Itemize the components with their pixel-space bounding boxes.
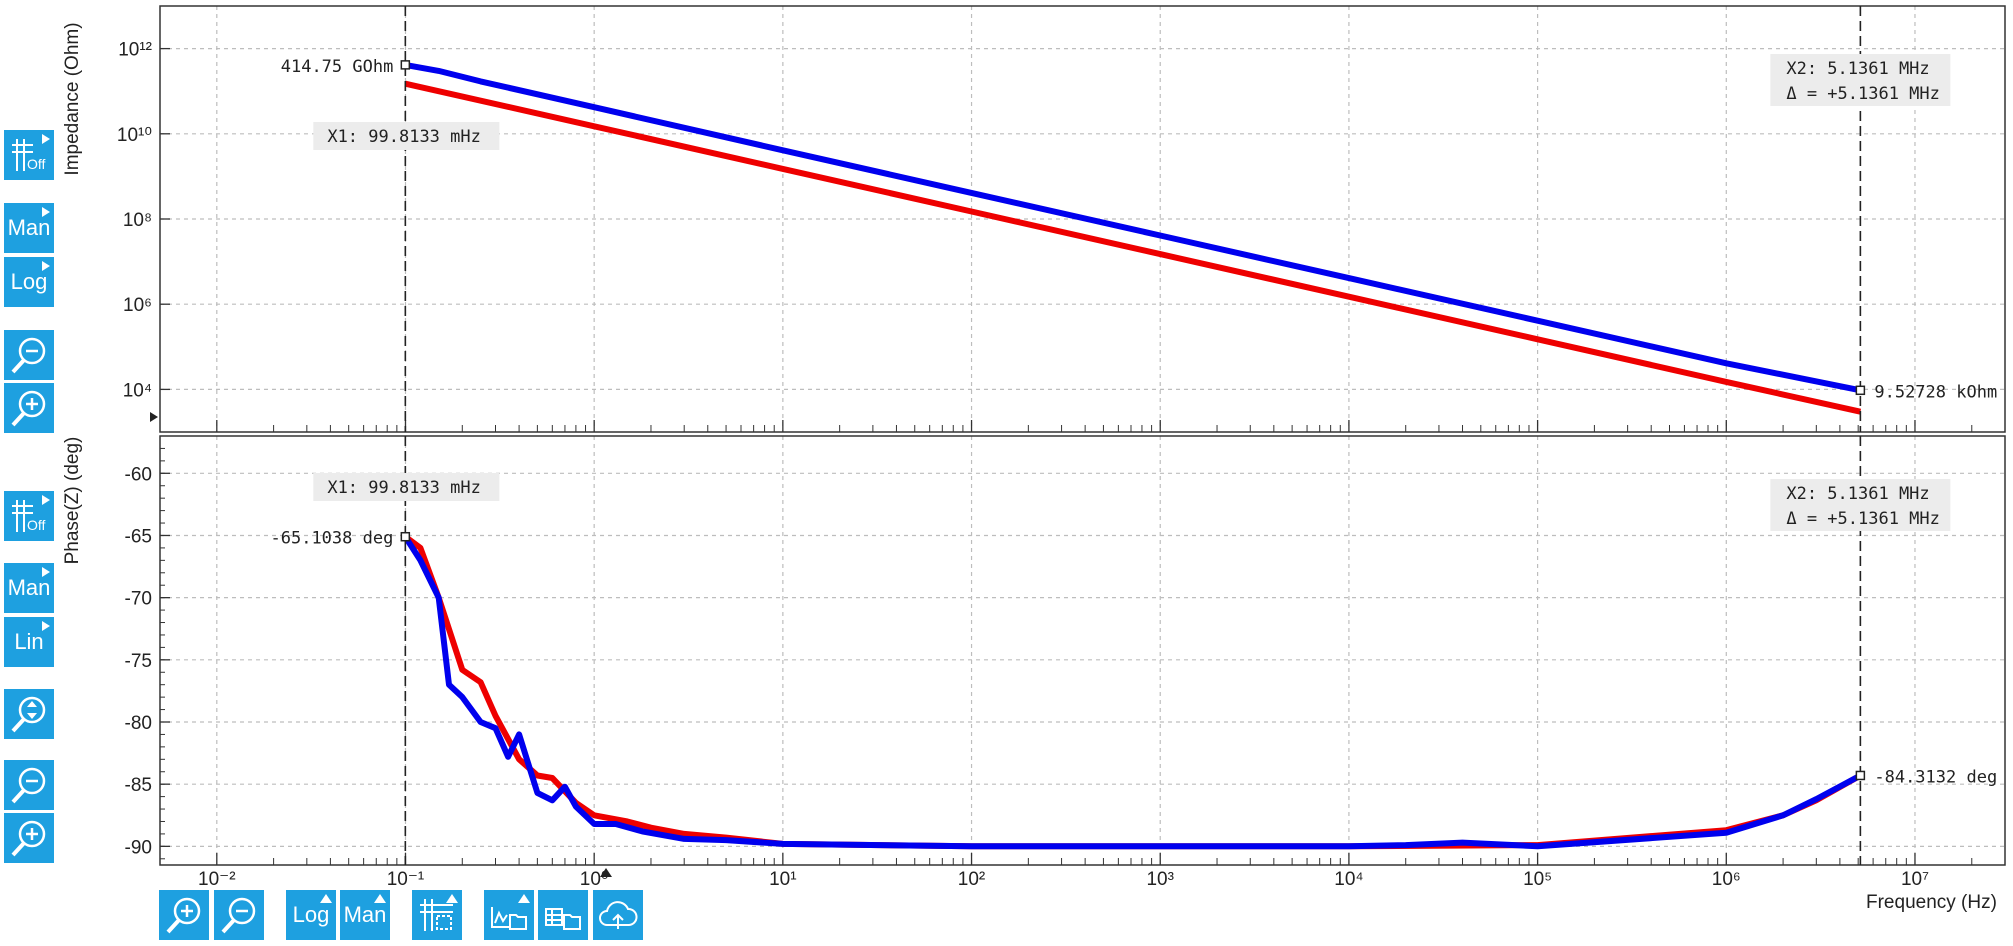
series-line	[404, 80, 1862, 415]
zoom-in-y-button[interactable]	[4, 813, 54, 863]
cursor-x1-value: -65.1038 deg	[271, 529, 394, 549]
x-axis-label: Frequency (Hz)	[1866, 892, 1997, 913]
cursor-x2-label: X2: 5.1361 MHz	[1786, 59, 1929, 79]
x-tick-label: 10⁻²	[198, 869, 236, 890]
y-tick-label: -90	[125, 837, 152, 858]
y-scale-type-button[interactable]: Log	[4, 257, 54, 307]
y-tick-label: -75	[125, 651, 152, 672]
y-tick-label: 10¹²	[118, 40, 152, 61]
zoom-in-y-button[interactable]	[4, 383, 54, 433]
zoom-in-icon	[11, 390, 46, 427]
export-data-icon	[545, 908, 581, 930]
cursor-x2-label: X2: 5.1361 MHz	[1786, 484, 1929, 504]
scale-mode-label: Man	[7, 575, 51, 600]
y-tick-label: 10⁴	[123, 380, 152, 401]
zoom-in-icon	[11, 820, 46, 857]
y-tick-label: -60	[125, 464, 152, 485]
y-tick-label: 10¹⁰	[117, 125, 152, 146]
cursor-x2-value: 9.52728 kOhm	[1874, 382, 1997, 402]
svg-text:Off: Off	[27, 517, 46, 533]
export-data-button[interactable]	[538, 890, 588, 940]
cursor-x1-label: X1: 99.8133 mHz	[327, 127, 481, 147]
y-tick-label: -70	[125, 589, 152, 610]
y-scale-mode-button[interactable]: Man	[4, 203, 54, 253]
cursor-x1-value: 414.75 GOhm	[281, 57, 394, 77]
zoom-out-x-button[interactable]	[214, 890, 264, 940]
x-scale-mode-button[interactable]: Man	[340, 890, 390, 940]
cursor-marker	[400, 531, 411, 542]
zoom-fit-icon	[11, 696, 46, 733]
cursor-x1-label: X1: 99.8133 mHz	[327, 478, 481, 498]
x-tick-label: 10⁶	[1712, 869, 1741, 890]
y-tick-label: 10⁶	[123, 295, 152, 316]
grid-toggle-button[interactable]: Off	[4, 130, 54, 180]
axis-marker-icon	[150, 412, 158, 422]
scale-type-label: Lin	[14, 629, 44, 654]
y-tick-label: -80	[125, 713, 152, 734]
grid-toggle-button[interactable]: Off	[4, 491, 54, 541]
y-axis-label: Phase(Z) (deg)	[62, 437, 83, 565]
zoom-in-x-button[interactable]	[159, 890, 209, 940]
y-tick-label: -85	[125, 775, 152, 796]
x-scale-type-button[interactable]: Log	[286, 890, 336, 940]
zoom-out-icon	[11, 767, 46, 804]
series-line	[404, 61, 1861, 394]
x-tick-label: 10⁵	[1523, 869, 1552, 890]
zoom-in-icon	[166, 897, 201, 934]
cloud-upload-icon	[599, 901, 638, 929]
scale-mode-label: Man	[343, 902, 387, 927]
zoom-out-y-button[interactable]	[4, 760, 54, 810]
zoom-fit-y-button[interactable]	[4, 689, 54, 739]
cursor-toggle-button[interactable]	[412, 890, 462, 940]
y-tick-label: -65	[125, 526, 152, 547]
x-tick-label: 10¹	[769, 869, 796, 890]
cloud-upload-button[interactable]	[593, 890, 643, 940]
x-tick-label: 10⁴	[1334, 869, 1363, 890]
cursor-marker	[1855, 385, 1866, 396]
scale-mode-label: Man	[7, 215, 51, 240]
x-tick-label: 10⁻¹	[387, 869, 425, 890]
y-scale-type-button[interactable]: Lin	[4, 617, 54, 667]
x-tick-label: 10³	[1146, 869, 1173, 890]
scale-type-label: Log	[10, 269, 48, 294]
plot-panel-impedance: 10¹² 10¹⁰ 10⁸ 10⁶ 10⁴ Impedance (Ohm) 414.75 G…	[62, 5, 2006, 433]
cursor-marker	[1855, 770, 1866, 781]
bode-plot: 10¹² 10¹⁰ 10⁸ 10⁶ 10⁴ Impedance (Ohm) 414.75 G…	[62, 5, 2006, 890]
scale-type-label: Log	[292, 902, 330, 927]
cursor-delta-label: Δ = +5.1361 MHz	[1786, 84, 1940, 104]
cursor-delta-label: Δ = +5.1361 MHz	[1786, 509, 1940, 529]
zoom-out-icon	[11, 337, 46, 374]
cursor-marker	[400, 60, 411, 70]
svg-text:Off: Off	[27, 156, 46, 172]
export-plot-button[interactable]	[484, 890, 534, 940]
y-scale-mode-button[interactable]: Man	[4, 563, 54, 613]
zoom-out-icon	[221, 897, 256, 934]
y-axis-label: Impedance (Ohm)	[62, 22, 83, 175]
series-line	[403, 534, 1862, 850]
cursor-x2-value: -84.3132 deg	[1874, 767, 1997, 787]
series-line	[402, 535, 1862, 850]
x-tick-label: 10⁷	[1901, 869, 1929, 890]
zoom-out-y-button[interactable]	[4, 330, 54, 380]
x-tick-label: 10²	[958, 869, 985, 890]
y-tick-label: 10⁸	[123, 210, 152, 231]
plot-panel-phase: -60 -65 -70 -75 -80 -85 -90 Phase(Z) (deg) -65.1…	[62, 435, 2006, 866]
